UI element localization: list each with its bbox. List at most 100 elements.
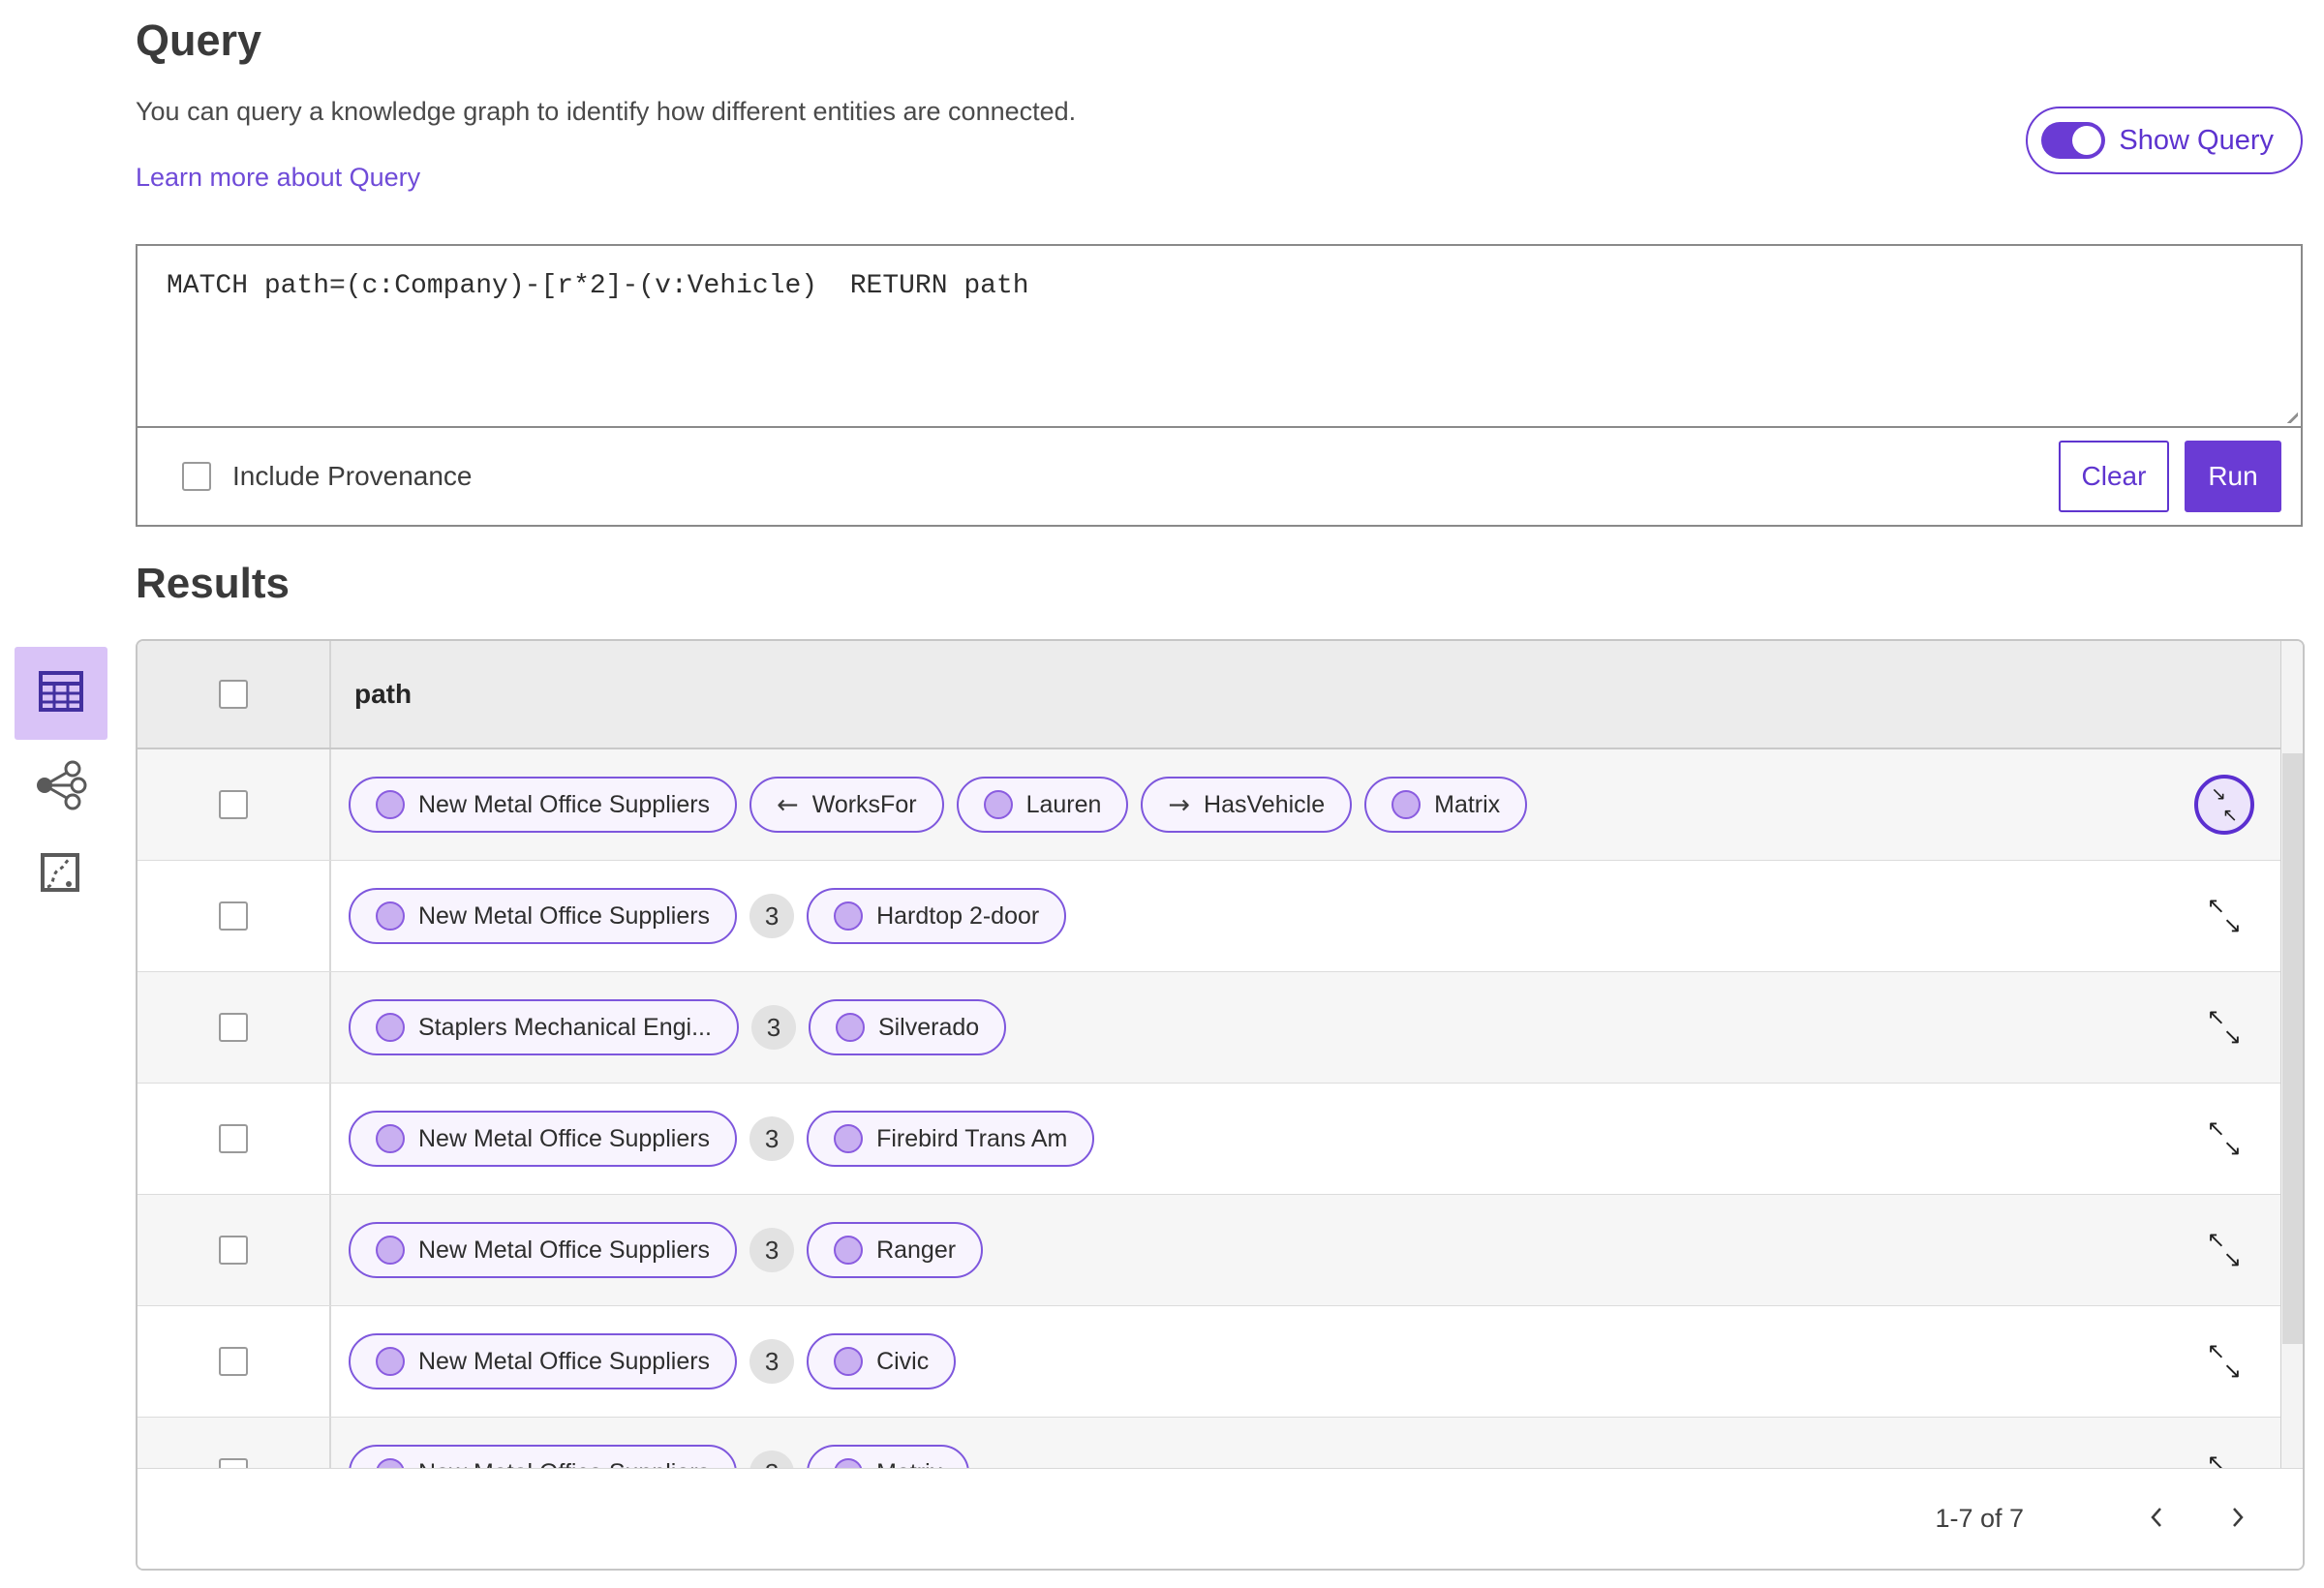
entity-pill[interactable]: New Metal Office Suppliers — [349, 1333, 738, 1390]
entity-icon — [834, 1347, 864, 1376]
results-table: path New Metal Office Suppliers ← WorksFor… — [136, 639, 2305, 1571]
entity-icon — [834, 1124, 864, 1153]
chevron-right-icon — [2223, 1504, 2250, 1534]
entity-pill[interactable]: New Metal Office Suppliers — [349, 777, 738, 833]
arrow-outward-icon: ↘ — [2222, 1024, 2242, 1050]
toggle-switch-icon[interactable] — [2041, 122, 2106, 159]
entity-icon — [376, 1347, 405, 1376]
hop-count-badge: 3 — [749, 1228, 795, 1272]
hop-count-badge: 3 — [749, 894, 795, 938]
table-icon — [39, 670, 83, 717]
checkbox-icon[interactable] — [182, 462, 211, 491]
page-title: Query — [136, 15, 262, 65]
row-checkbox[interactable] — [219, 901, 248, 931]
include-provenance-checkbox[interactable]: Include Provenance — [182, 461, 473, 492]
table-scrollbar[interactable] — [2280, 641, 2303, 1472]
table-row: New Metal Office Suppliers 3 Firebird Tran… — [138, 1084, 2303, 1195]
entity-pill[interactable]: Ranger — [807, 1222, 984, 1278]
pill-label: New Metal Office Suppliers — [418, 790, 711, 818]
show-query-label: Show Query — [2119, 124, 2274, 156]
arrow-inward-icon: ↖ — [2222, 805, 2238, 826]
include-provenance-label: Include Provenance — [232, 461, 473, 491]
entity-icon — [376, 790, 405, 819]
scrollbar-thumb[interactable] — [2282, 753, 2303, 1344]
collapse-row-button[interactable]: ↘ ↖ — [2194, 775, 2254, 835]
pagination-next-button[interactable] — [2217, 1500, 2256, 1539]
path-cell: Staplers Mechanical Engi... 3 Silverado ↖ ↘ — [331, 972, 2303, 1083]
query-input[interactable]: MATCH path=(c:Company)-[r*2]-(v:Vehicle)… — [138, 246, 2301, 426]
entity-pill[interactable]: New Metal Office Suppliers — [349, 1111, 738, 1167]
expand-row-button[interactable]: ↖↘ — [2202, 1116, 2247, 1161]
row-checkbox[interactable] — [219, 1236, 248, 1265]
pill-label: Hardtop 2-door — [876, 901, 1040, 930]
pill-label: New Metal Office Suppliers — [418, 901, 711, 930]
entity-pill[interactable]: Matrix — [1364, 777, 1528, 833]
pill-label: Matrix — [1434, 790, 1501, 818]
relation-pill[interactable]: → HasVehicle — [1141, 777, 1353, 833]
pagination-prev-button[interactable] — [2138, 1500, 2177, 1539]
entity-pill[interactable]: New Metal Office Suppliers — [349, 1222, 738, 1278]
arrow-outward-icon: ↘ — [2222, 1136, 2242, 1161]
arrow-outward-icon: ↘ — [2222, 1359, 2242, 1384]
pill-label: Silverado — [877, 1013, 980, 1041]
relation-pill[interactable]: ← WorksFor — [749, 777, 944, 833]
entity-icon — [1391, 790, 1422, 819]
arrow-right-icon: → — [1168, 789, 1191, 820]
page-description: You can query a knowledge graph to ident… — [136, 97, 1077, 126]
pill-label: HasVehicle — [1204, 790, 1326, 818]
select-all-checkbox[interactable] — [219, 680, 248, 709]
path-cell: New Metal Office Suppliers ← WorksFor Laure… — [331, 749, 2303, 860]
expand-row-button[interactable]: ↖↘ — [2202, 1228, 2247, 1272]
pill-label: Firebird Trans Am — [876, 1124, 1068, 1152]
clear-button[interactable]: Clear — [2059, 441, 2169, 512]
hop-count-badge: 3 — [750, 1005, 796, 1050]
learn-more-link[interactable]: Learn more about Query — [136, 163, 420, 193]
row-checkbox[interactable] — [219, 1124, 248, 1153]
chevron-left-icon — [2144, 1504, 2171, 1534]
show-query-toggle[interactable]: Show Query — [2026, 107, 2303, 174]
entity-pill[interactable]: Staplers Mechanical Engi... — [349, 999, 739, 1055]
pill-label: WorksFor — [811, 790, 917, 818]
view-switcher-graph[interactable] — [29, 757, 91, 815]
query-panel-footer: Include Provenance Clear Run — [138, 428, 2301, 525]
expand-row-button[interactable]: ↖↘ — [2202, 1339, 2247, 1384]
view-switcher-map[interactable] — [37, 850, 83, 897]
expand-row-button[interactable]: ↖↘ — [2202, 894, 2247, 938]
entity-pill[interactable]: Lauren — [956, 777, 1129, 833]
table-row: New Metal Office Suppliers 3 Ranger ↖ ↘ — [138, 1195, 2303, 1306]
entity-pill[interactable]: New Metal Office Suppliers — [349, 888, 738, 944]
table-row: New Metal Office Suppliers 3 Hardtop 2-doo… — [138, 861, 2303, 972]
pill-label: New Metal Office Suppliers — [418, 1124, 711, 1152]
table-row: New Metal Office Suppliers 3 Civic ↖ ↘ — [138, 1306, 2303, 1418]
row-checkbox[interactable] — [219, 1347, 248, 1376]
entity-icon — [834, 1236, 864, 1265]
entity-icon — [983, 790, 1013, 819]
entity-icon — [376, 901, 405, 931]
entity-pill[interactable]: Silverado — [808, 999, 1007, 1055]
results-title: Results — [136, 560, 290, 607]
hop-count-badge: 3 — [749, 1116, 795, 1161]
arrow-inward-icon: ↘ — [2211, 783, 2226, 805]
query-editor: MATCH path=(c:Company)-[r*2]-(v:Vehicle)… — [138, 246, 2301, 428]
entity-pill[interactable]: Hardtop 2-door — [807, 888, 1067, 944]
table-row: Staplers Mechanical Engi... 3 Silverado ↖ ↘ — [138, 972, 2303, 1084]
view-switcher-table[interactable] — [15, 647, 107, 740]
entity-pill[interactable]: Firebird Trans Am — [807, 1111, 1095, 1167]
row-checkbox[interactable] — [219, 790, 248, 819]
row-checkbox[interactable] — [219, 1013, 248, 1042]
expand-row-button[interactable]: ↖↘ — [2202, 1005, 2247, 1050]
run-button[interactable]: Run — [2185, 441, 2281, 512]
entity-icon — [376, 1124, 405, 1153]
pagination-range: 1-7 of 7 — [1935, 1504, 2024, 1533]
graph-network-icon — [33, 760, 87, 813]
column-header-path: path — [354, 679, 413, 709]
path-cell: New Metal Office Suppliers 3 Firebird Tran… — [331, 1084, 2303, 1194]
entity-pill[interactable]: Civic — [807, 1333, 957, 1390]
pill-label: Civic — [876, 1347, 930, 1375]
entity-icon — [376, 1236, 405, 1265]
path-cell: New Metal Office Suppliers 3 Hardtop 2-doo… — [331, 861, 2303, 971]
table-header-row: path — [138, 641, 2303, 749]
pill-label: New Metal Office Suppliers — [418, 1347, 711, 1375]
entity-icon — [834, 901, 864, 931]
arrow-outward-icon: ↘ — [2222, 1247, 2242, 1272]
